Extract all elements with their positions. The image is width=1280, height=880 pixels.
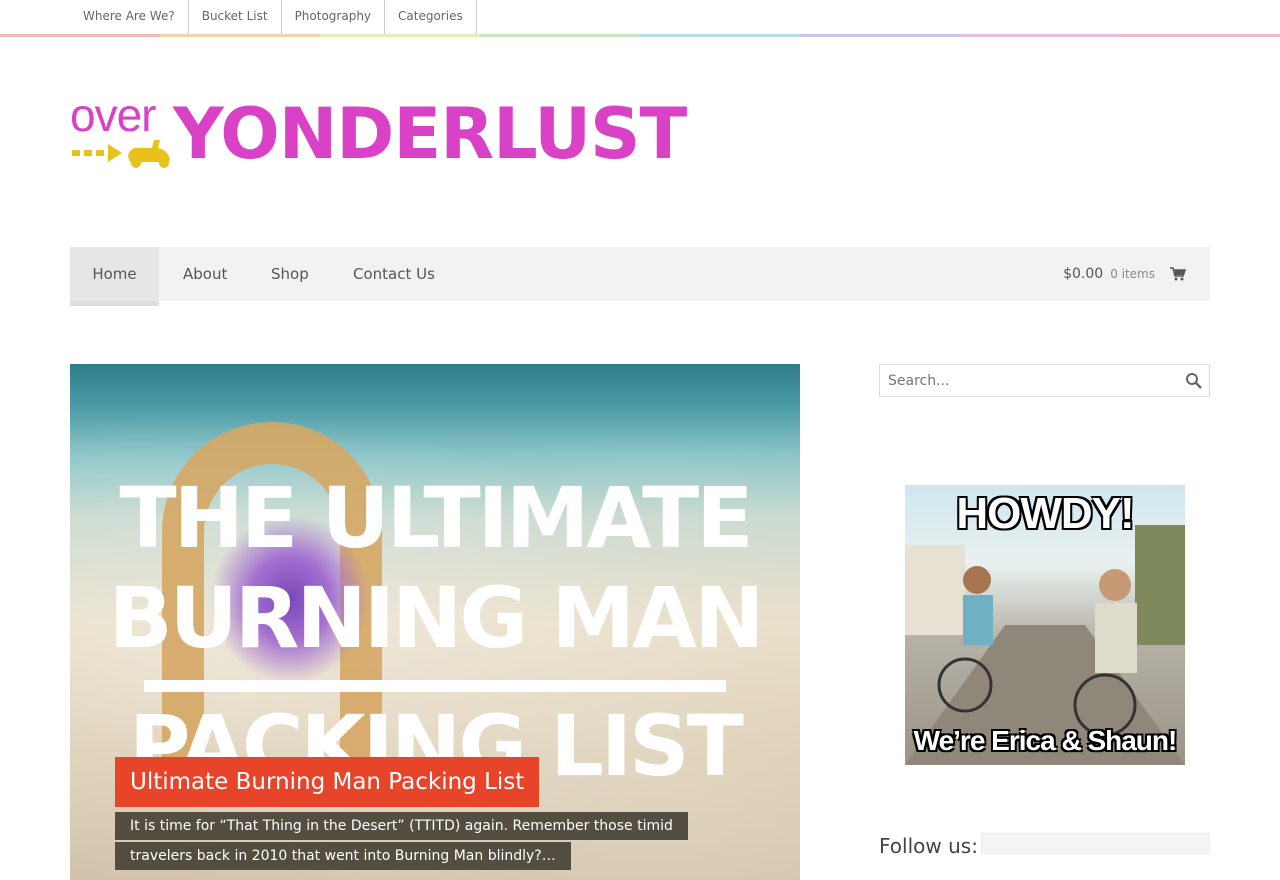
cart-total: $0.00 — [1063, 266, 1104, 282]
hero-divider — [144, 680, 726, 692]
featured-post-title[interactable]: Ultimate Burning Man Packing List — [115, 757, 540, 807]
rainbow-stripe-segment — [480, 34, 640, 37]
top-nav: Where Are We? Bucket List Photography Ca… — [0, 0, 1280, 38]
search-box — [879, 364, 1210, 397]
hero-image-line-2: BURNING MAN — [108, 569, 765, 667]
shopping-cart-icon — [1170, 267, 1186, 281]
featured-post-excerpt-line-1: It is time for “That Thing in the Desert… — [115, 812, 688, 840]
featured-post-slider[interactable]: THE ULTIMATE BURNING MAN PACKING LIST Ul… — [70, 364, 800, 880]
search-icon[interactable] — [1185, 372, 1203, 390]
site-logo[interactable]: over YONDERLUST — [70, 89, 687, 192]
hero-image-line-1: THE ULTIMATE — [119, 469, 753, 567]
search-input[interactable] — [880, 365, 1180, 396]
howdy-heading: HOWDY! — [956, 489, 1134, 538]
rainbow-stripe-segment — [1120, 34, 1280, 37]
rainbow-stripe — [0, 34, 1280, 37]
follow-us-label: Follow us: — [879, 834, 978, 858]
howdy-caption: We’re Erica & Shaun! — [913, 725, 1178, 756]
logo-prefix: over — [70, 89, 156, 141]
top-nav-where-are-we[interactable]: Where Are We? — [70, 0, 189, 34]
scooter-icon — [72, 140, 170, 168]
nav-shop[interactable]: Shop — [271, 247, 309, 301]
rainbow-stripe-segment — [800, 34, 960, 37]
about-us-image[interactable]: HOWDY! We’re Erica & Shaun! — [905, 485, 1185, 765]
nav-contact-us[interactable]: Contact Us — [353, 247, 435, 301]
top-nav-categories[interactable]: Categories — [385, 0, 477, 34]
cart-item-count: 0 items — [1110, 267, 1155, 281]
rainbow-stripe-segment — [640, 34, 800, 37]
social-follow-widget[interactable] — [981, 833, 1210, 854]
top-nav-bucket-list[interactable]: Bucket List — [189, 0, 282, 34]
logo-main-text: YONDERLUST — [173, 93, 687, 175]
top-nav-photography[interactable]: Photography — [282, 0, 386, 34]
top-nav-list: Where Are We? Bucket List Photography Ca… — [70, 0, 477, 34]
rainbow-stripe-segment — [0, 34, 160, 37]
featured-post-excerpt-line-2: travelers back in 2010 that went into Bu… — [115, 842, 571, 870]
cart-summary[interactable]: $0.00 0 items — [1063, 247, 1186, 301]
rainbow-stripe-segment — [960, 34, 1120, 37]
rainbow-stripe-segment — [320, 34, 480, 37]
nav-about[interactable]: About — [183, 247, 227, 301]
rainbow-stripe-segment — [160, 34, 320, 37]
main-nav: Home About Shop Contact Us $0.00 0 items — [70, 247, 1210, 306]
nav-home[interactable]: Home — [70, 247, 159, 306]
